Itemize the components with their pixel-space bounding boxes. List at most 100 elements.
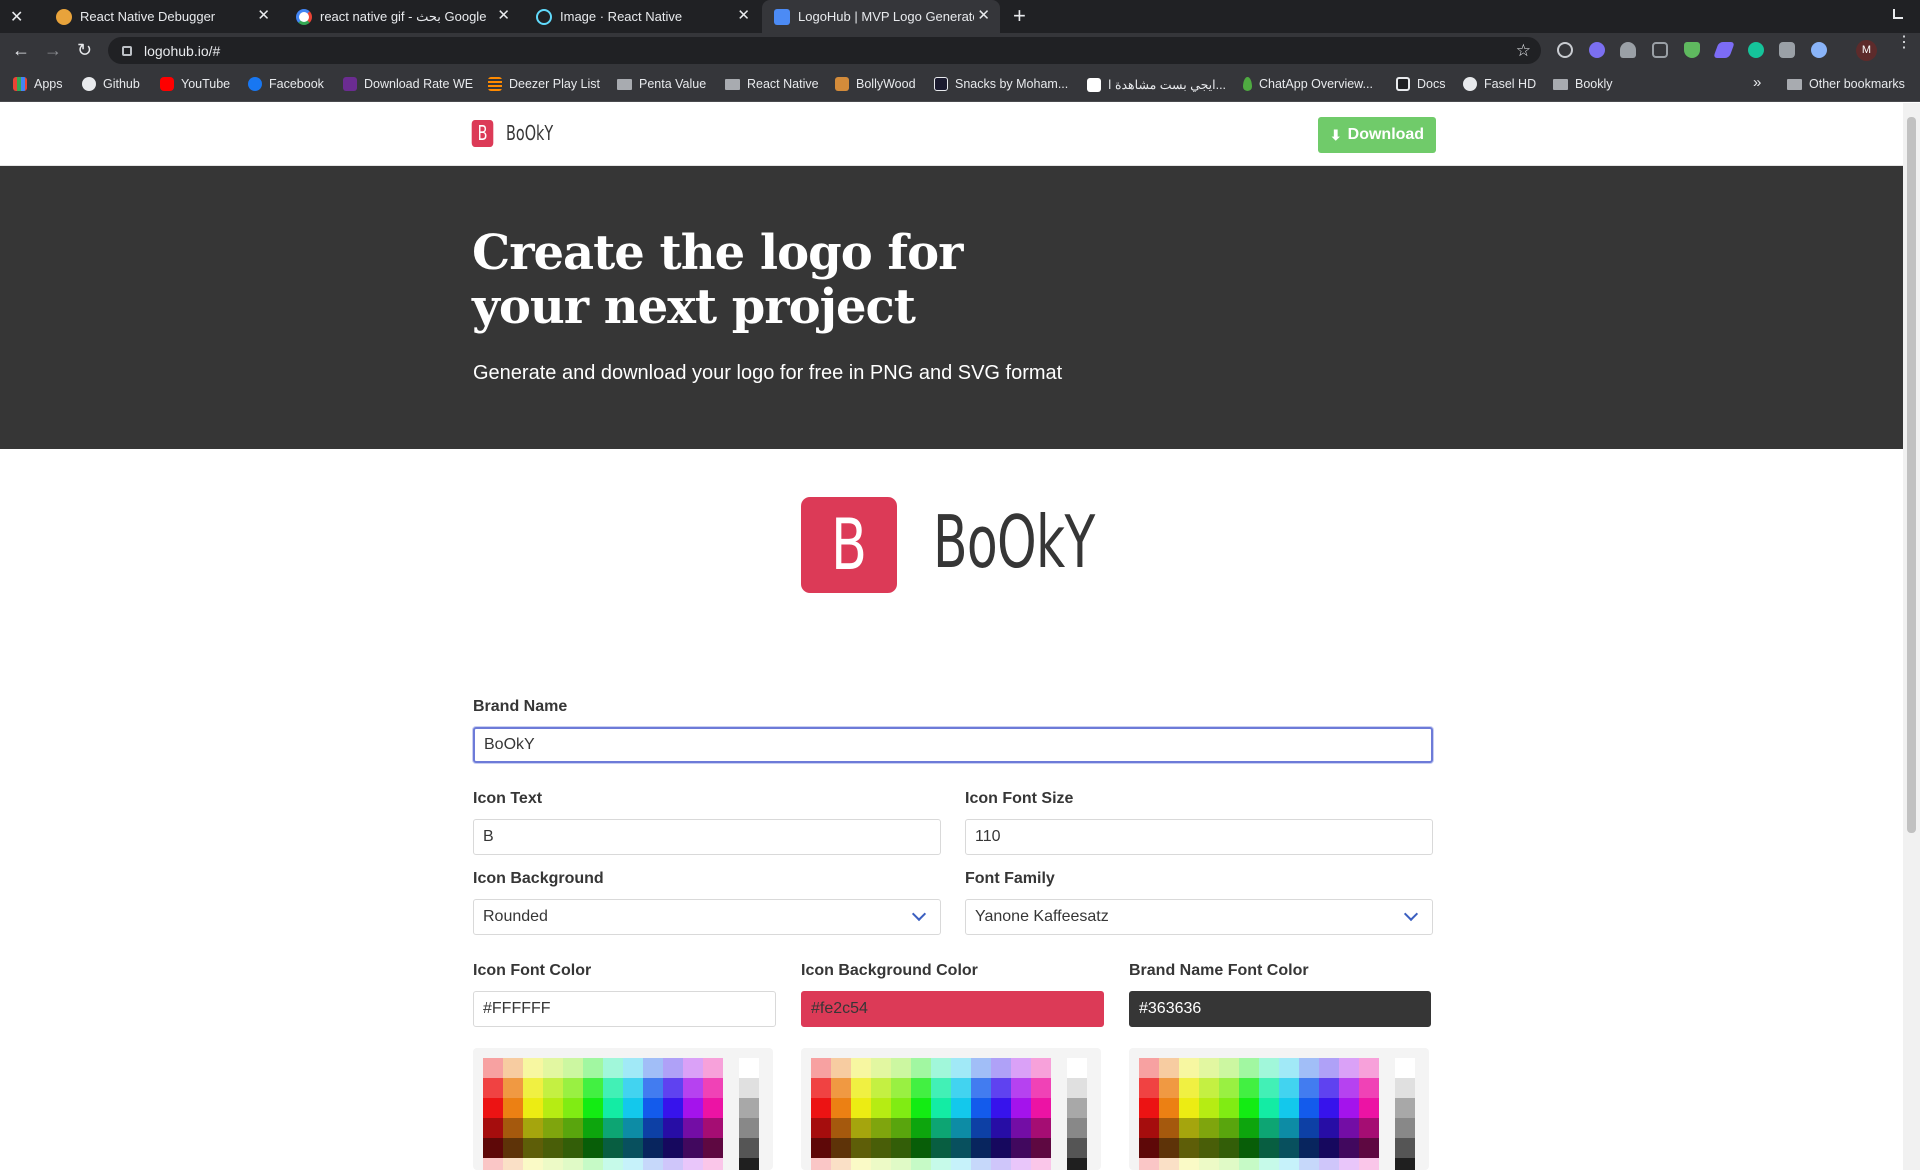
color-swatch[interactable] <box>543 1138 563 1158</box>
color-swatch[interactable] <box>643 1058 663 1078</box>
color-swatch[interactable] <box>1319 1138 1339 1158</box>
color-swatch[interactable] <box>831 1138 851 1158</box>
color-swatch[interactable] <box>1139 1058 1159 1078</box>
icon-background-color-picker[interactable] <box>801 1048 1101 1170</box>
tab-close-icon[interactable]: ✕ <box>257 8 270 24</box>
tab-close-icon[interactable]: ✕ <box>977 8 990 24</box>
color-swatch[interactable] <box>623 1138 643 1158</box>
color-swatch[interactable] <box>523 1078 543 1098</box>
color-swatch[interactable] <box>1339 1118 1359 1138</box>
color-swatch[interactable] <box>911 1118 931 1138</box>
color-swatch[interactable] <box>1219 1098 1239 1118</box>
color-swatch[interactable] <box>1359 1138 1379 1158</box>
ci-extension-icon[interactable] <box>1652 42 1668 58</box>
color-swatch[interactable] <box>1299 1118 1319 1138</box>
color-swatch[interactable] <box>643 1158 663 1170</box>
color-swatch[interactable] <box>1179 1158 1199 1170</box>
color-swatch[interactable] <box>563 1058 583 1078</box>
color-swatch[interactable] <box>831 1058 851 1078</box>
color-swatch[interactable] <box>991 1118 1011 1138</box>
color-swatch[interactable] <box>643 1118 663 1138</box>
checkmark-extension-icon[interactable] <box>1589 42 1605 58</box>
color-swatch[interactable] <box>951 1098 971 1118</box>
color-swatch[interactable] <box>683 1078 703 1098</box>
bookmark-bookly[interactable]: Bookly <box>1553 77 1613 91</box>
grayscale-swatch-column[interactable] <box>739 1058 759 1170</box>
color-swatch[interactable] <box>683 1118 703 1138</box>
color-swatch[interactable] <box>663 1098 683 1118</box>
color-swatch[interactable] <box>931 1058 951 1078</box>
bookmark-star-icon[interactable]: ☆ <box>1516 41 1531 61</box>
gray-swatch[interactable] <box>739 1138 759 1158</box>
color-swatch[interactable] <box>951 1058 971 1078</box>
grayscale-swatch-column[interactable] <box>1395 1058 1415 1170</box>
color-swatch[interactable] <box>1139 1118 1159 1138</box>
color-swatch[interactable] <box>1159 1118 1179 1138</box>
color-swatch[interactable] <box>663 1058 683 1078</box>
color-swatch[interactable] <box>1359 1058 1379 1078</box>
color-swatch[interactable] <box>523 1138 543 1158</box>
color-swatch[interactable] <box>643 1078 663 1098</box>
color-swatch[interactable] <box>991 1138 1011 1158</box>
color-swatch[interactable] <box>1199 1098 1219 1118</box>
gray-swatch[interactable] <box>1395 1098 1415 1118</box>
color-swatch[interactable] <box>1031 1058 1051 1078</box>
color-swatch[interactable] <box>911 1138 931 1158</box>
color-swatch[interactable] <box>623 1098 643 1118</box>
color-swatch[interactable] <box>1259 1138 1279 1158</box>
back-arrow-icon[interactable]: ← <box>12 41 30 59</box>
color-swatch[interactable] <box>871 1118 891 1138</box>
color-swatch[interactable] <box>1299 1158 1319 1170</box>
gray-swatch[interactable] <box>1395 1158 1415 1170</box>
gray-swatch[interactable] <box>1395 1138 1415 1158</box>
color-swatch[interactable] <box>1219 1118 1239 1138</box>
color-swatch[interactable] <box>703 1138 723 1158</box>
brand-name-font-color-input[interactable]: #363636 <box>1129 991 1431 1027</box>
color-swatch[interactable] <box>1011 1138 1031 1158</box>
color-swatch[interactable] <box>603 1058 623 1078</box>
color-swatch[interactable] <box>971 1118 991 1138</box>
color-swatch[interactable] <box>1031 1118 1051 1138</box>
color-swatch[interactable] <box>503 1158 523 1170</box>
color-swatch[interactable] <box>503 1098 523 1118</box>
bookmark-github[interactable]: Github <box>82 77 140 91</box>
color-swatch[interactable] <box>871 1078 891 1098</box>
bookmark-download-rate-we[interactable]: Download Rate WE <box>343 77 473 91</box>
tab-image-react-native[interactable]: Image · React Native ✕ <box>524 0 760 33</box>
color-swatch[interactable] <box>1219 1058 1239 1078</box>
color-swatch[interactable] <box>1279 1078 1299 1098</box>
color-swatch[interactable] <box>663 1118 683 1138</box>
color-swatch-grid[interactable] <box>483 1058 723 1170</box>
color-swatch[interactable] <box>891 1118 911 1138</box>
color-swatch[interactable] <box>563 1158 583 1170</box>
color-swatch[interactable] <box>911 1078 931 1098</box>
color-swatch[interactable] <box>1159 1058 1179 1078</box>
color-swatch[interactable] <box>1279 1058 1299 1078</box>
color-swatch[interactable] <box>971 1098 991 1118</box>
icon-font-color-input[interactable]: #FFFFFF <box>473 991 776 1027</box>
gray-swatch[interactable] <box>739 1078 759 1098</box>
gray-swatch[interactable] <box>739 1058 759 1078</box>
color-swatch[interactable] <box>931 1078 951 1098</box>
color-swatch[interactable] <box>1359 1078 1379 1098</box>
gray-swatch[interactable] <box>739 1158 759 1170</box>
color-swatch[interactable] <box>483 1078 503 1098</box>
color-swatch[interactable] <box>1339 1098 1359 1118</box>
font-family-select[interactable]: Yanone Kaffeesatz <box>965 899 1433 935</box>
color-swatch[interactable] <box>1359 1098 1379 1118</box>
color-swatch[interactable] <box>831 1098 851 1118</box>
color-swatch[interactable] <box>1299 1078 1319 1098</box>
gray-swatch[interactable] <box>739 1098 759 1118</box>
color-swatch[interactable] <box>1299 1138 1319 1158</box>
color-swatch[interactable] <box>1031 1138 1051 1158</box>
color-extension-icon[interactable] <box>1811 42 1827 58</box>
color-swatch[interactable] <box>951 1078 971 1098</box>
gray-swatch[interactable] <box>1067 1158 1087 1170</box>
color-swatch[interactable] <box>1339 1138 1359 1158</box>
color-swatch[interactable] <box>891 1138 911 1158</box>
bookmark-chatapp[interactable]: ChatApp Overview... <box>1243 77 1373 91</box>
color-swatch[interactable] <box>483 1058 503 1078</box>
color-swatch[interactable] <box>871 1158 891 1170</box>
color-swatch[interactable] <box>831 1158 851 1170</box>
color-swatch[interactable] <box>1219 1078 1239 1098</box>
